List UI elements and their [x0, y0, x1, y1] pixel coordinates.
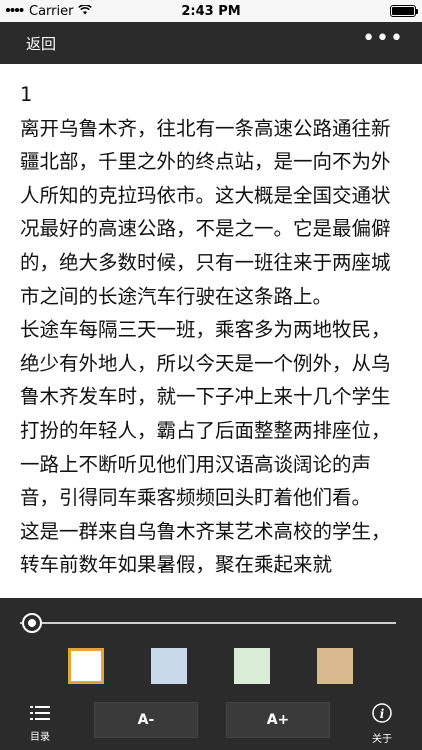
swatch-green[interactable]: [234, 648, 270, 684]
reading-content[interactable]: 1 离开乌鲁木齐，往北有一条高速公路通往新疆北部，千里之外的终点站，是一向不为外…: [0, 64, 422, 596]
swatch-tan[interactable]: [317, 648, 353, 684]
font-decrease-button[interactable]: A-: [94, 702, 198, 738]
slider-track: [20, 622, 396, 624]
status-time: 2:43 PM: [181, 3, 241, 19]
back-button[interactable]: 返回: [26, 33, 56, 54]
font-increase-button[interactable]: A+: [226, 702, 330, 738]
status-bar: Carrier 2:43 PM: [0, 0, 422, 22]
list-icon: [30, 705, 50, 725]
more-icon[interactable]: •••: [362, 28, 404, 58]
svg-text:i: i: [380, 707, 385, 721]
progress-slider[interactable]: [20, 610, 396, 636]
swatch-white[interactable]: [68, 648, 104, 684]
bottom-toolbar: 目录 A- A+ i 关于: [0, 698, 422, 750]
battery-icon: [390, 5, 418, 17]
paragraph: 离开乌鲁木齐，往北有一条高速公路通往新疆北部，千里之外的终点站，是一向不为外人所…: [20, 116, 391, 308]
slider-thumb[interactable]: [22, 613, 42, 633]
paragraph: 这是一群来自乌鲁木齐某艺术高校的学生，转车前数年如果暑假，聚在乘起来就: [20, 519, 391, 577]
toc-label: 目录: [30, 732, 50, 743]
background-swatches: [0, 648, 422, 686]
about-label: 关于: [372, 734, 392, 745]
swatch-blue[interactable]: [151, 648, 187, 684]
about-button[interactable]: i 关于: [352, 698, 412, 750]
reader-settings-panel: 目录 A- A+ i 关于: [0, 598, 422, 750]
chapter-number: 1: [20, 83, 33, 106]
info-icon: i: [372, 703, 392, 727]
toc-button[interactable]: 目录: [10, 698, 70, 750]
paragraph: 长途车每隔三天一班，乘客多为两地牧民，绝少有外地人，所以今天是一个例外，从乌鲁木…: [20, 318, 391, 510]
nav-bar: 返回 •••: [0, 22, 422, 64]
